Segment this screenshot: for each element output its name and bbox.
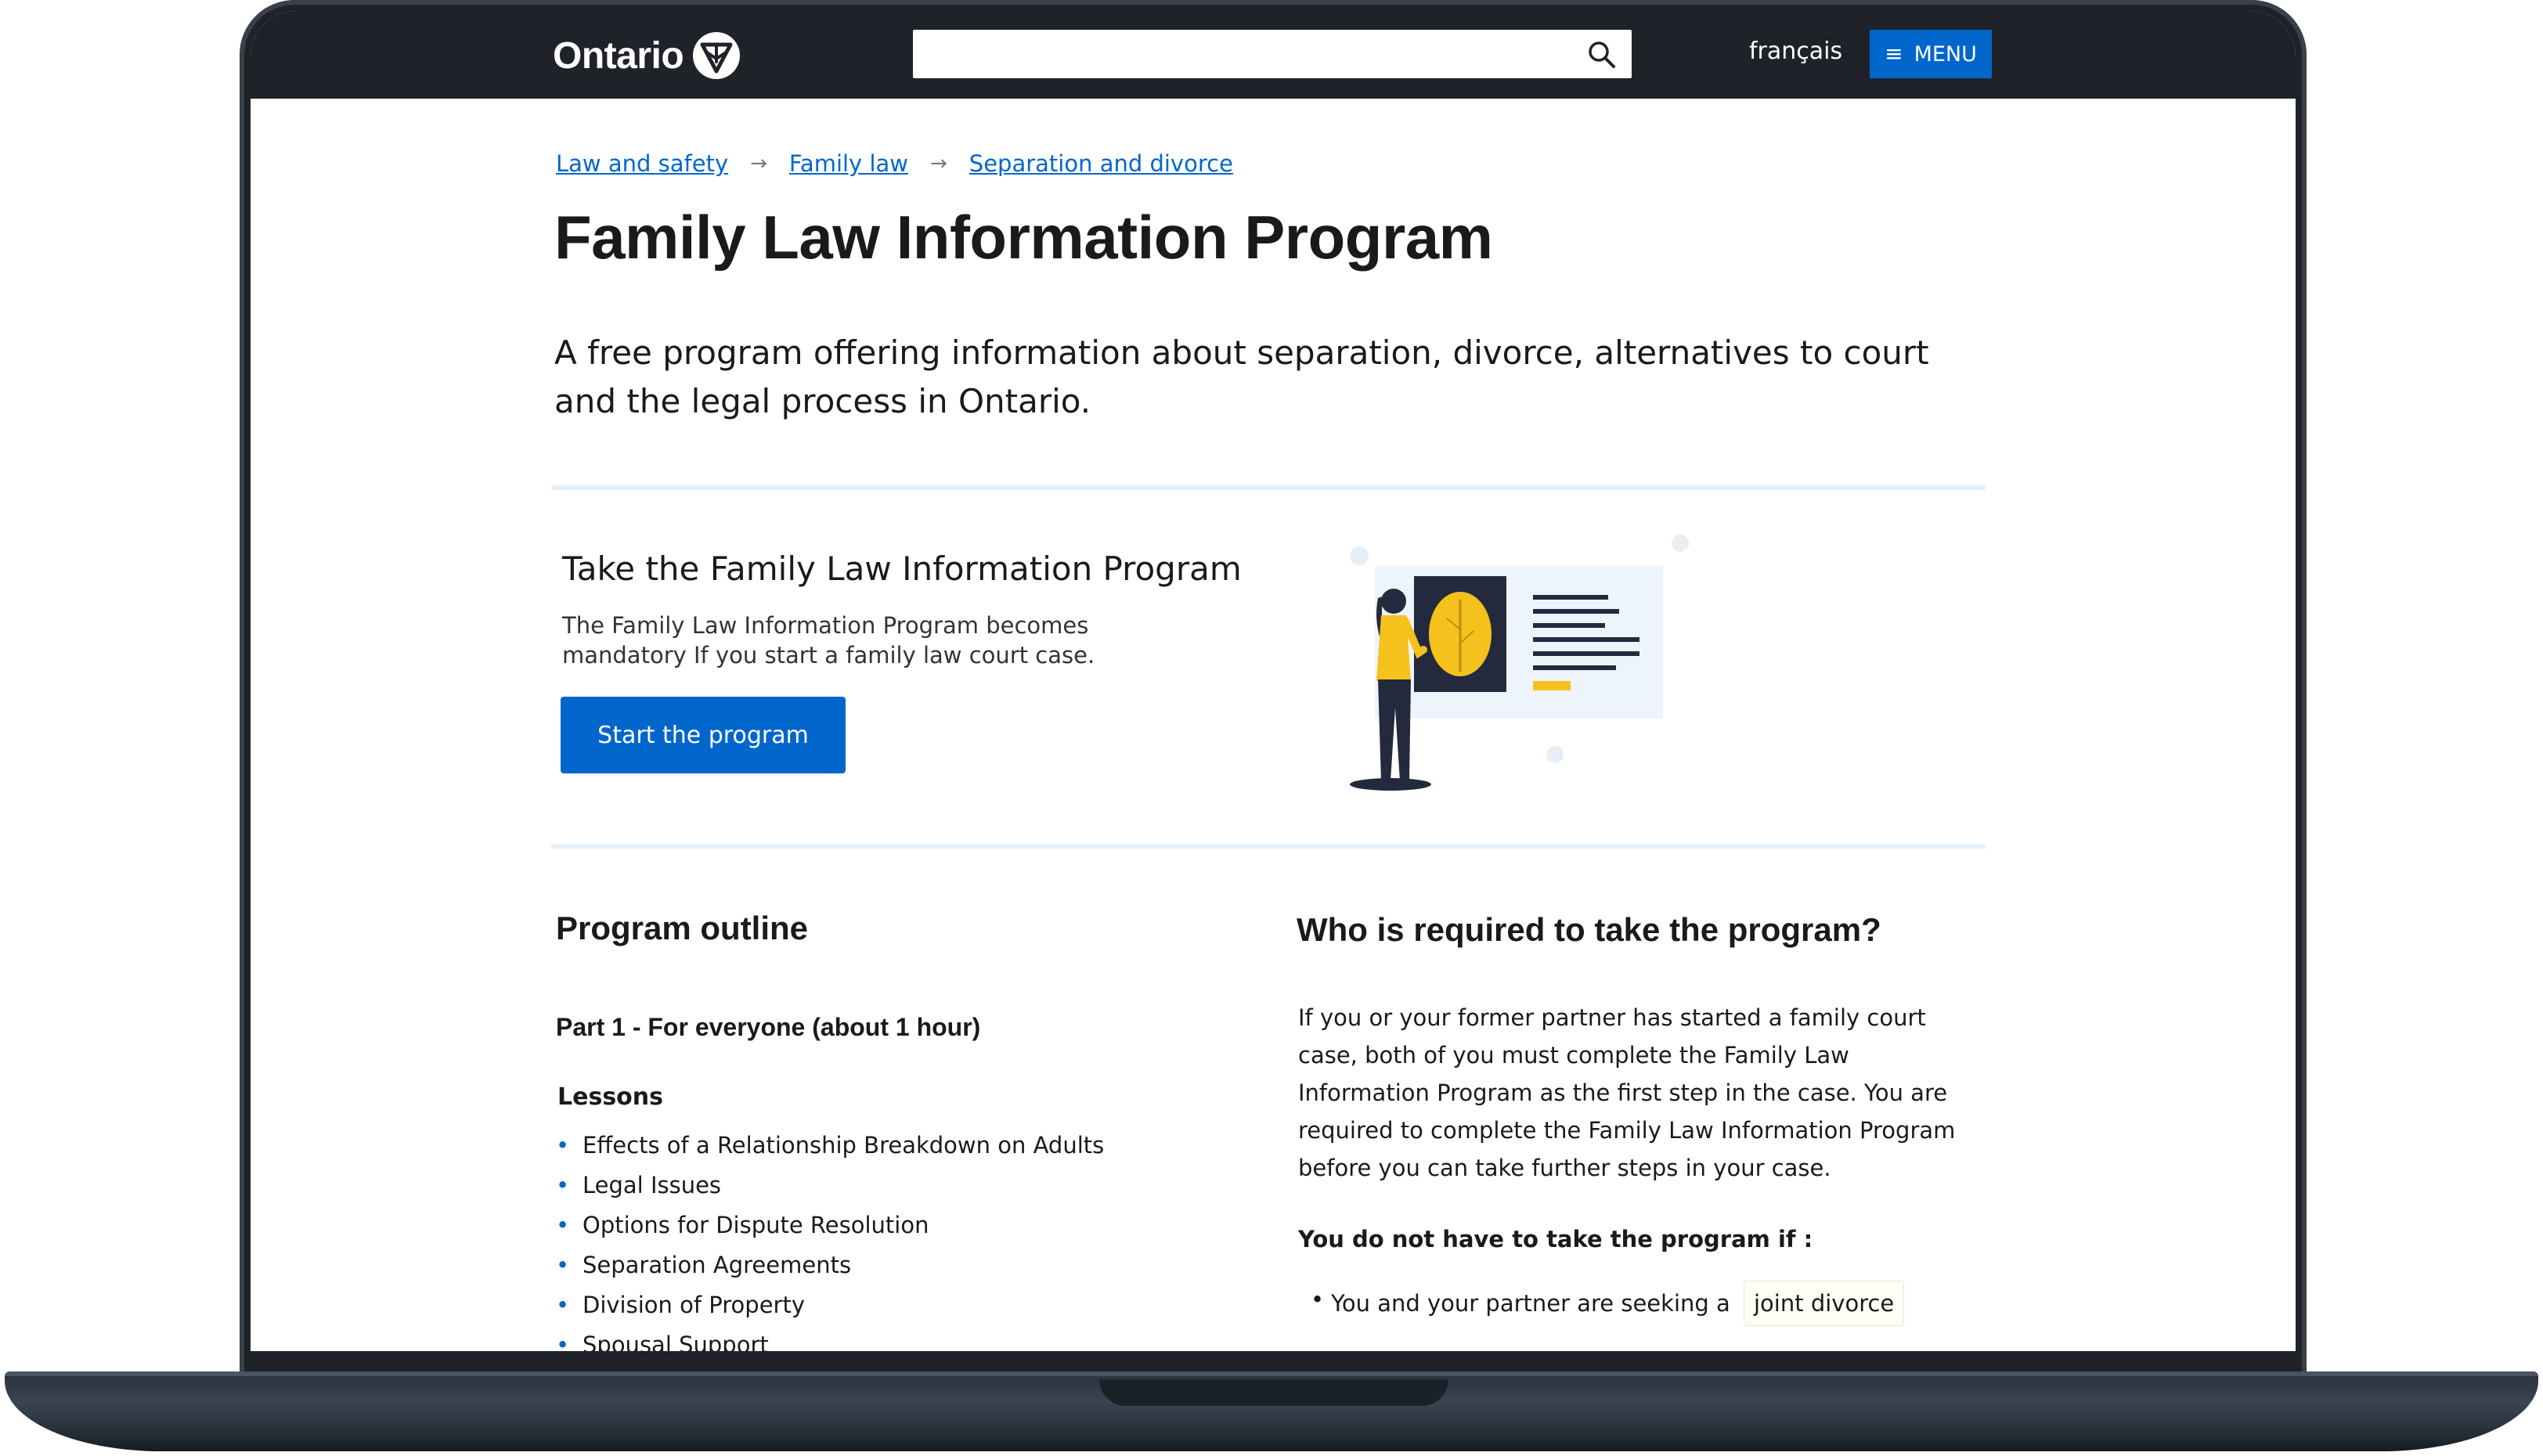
start-program-button[interactable]: Start the program — [561, 697, 846, 773]
exemptions-list: You and your partner are seeking a joint… — [1311, 1281, 1905, 1326]
page-lead: A free program offering information abou… — [554, 333, 1929, 420]
page-title: Family Law Information Program — [554, 203, 1493, 272]
breadcrumb: Law and safety → Family law → Separation… — [556, 150, 1233, 177]
breadcrumb-arrow-icon: → — [930, 152, 947, 175]
breadcrumb-law-and-safety[interactable]: Law and safety — [556, 150, 728, 177]
program-outline-heading: Program outline — [556, 910, 809, 946]
logo-text: Ontario — [553, 34, 684, 77]
browser-viewport: Ontario français ≡ MENU Law and safety →… — [251, 11, 2296, 1351]
joint-divorce-term[interactable]: joint divorce — [1744, 1281, 1905, 1326]
ontario-logo[interactable]: Ontario — [553, 28, 741, 83]
list-item: Spousal Support — [556, 1325, 1104, 1351]
lessons-list: Effects of a Relationship Breakdown on A… — [556, 1126, 1104, 1351]
search-bar — [913, 30, 1632, 78]
breadcrumb-family-law[interactable]: Family law — [789, 150, 908, 177]
breadcrumb-separation-and-divorce[interactable]: Separation and divorce — [969, 150, 1233, 177]
laptop-notch — [1099, 1379, 1448, 1406]
menu-button-label: MENU — [1914, 41, 1977, 67]
exemption-text: You and your partner are seeking a — [1331, 1290, 1730, 1317]
lessons-heading: Lessons — [557, 1083, 663, 1111]
section-divider — [551, 485, 1986, 490]
part-1-heading: Part 1 - For everyone (about 1 hour) — [556, 1013, 981, 1041]
presentation-illustration — [1350, 535, 1689, 791]
site-header: Ontario français ≡ MENU — [251, 11, 2296, 99]
section-divider — [551, 844, 1986, 849]
list-item: Effects of a Relationship Breakdown on A… — [556, 1126, 1104, 1166]
search-icon[interactable] — [1586, 39, 1618, 70]
list-item: Options for Dispute Resolution — [556, 1206, 1104, 1245]
list-item: Separation Agreements — [556, 1245, 1104, 1285]
list-item: Legal Issues — [556, 1166, 1104, 1206]
cta-description: The Family Law Information Program becom… — [562, 612, 1095, 669]
cta-title: Take the Family Law Information Program — [562, 550, 1242, 588]
list-item: Division of Property — [556, 1285, 1104, 1325]
hamburger-menu-icon: ≡ — [1885, 41, 1903, 67]
list-item: You and your partner are seeking a joint… — [1311, 1281, 1905, 1326]
breadcrumb-arrow-icon: → — [750, 152, 767, 175]
search-input[interactable] — [924, 30, 1553, 77]
who-required-text: If you or your former partner has starte… — [1298, 1004, 1956, 1181]
who-required-heading: Who is required to take the program? — [1297, 911, 1881, 948]
not-required-heading: You do not have to take the program if : — [1298, 1226, 1813, 1252]
menu-button[interactable]: ≡ MENU — [1870, 30, 1992, 78]
language-toggle-link[interactable]: français — [1749, 38, 1842, 65]
ontario-trillium-logo-icon — [693, 32, 741, 79]
